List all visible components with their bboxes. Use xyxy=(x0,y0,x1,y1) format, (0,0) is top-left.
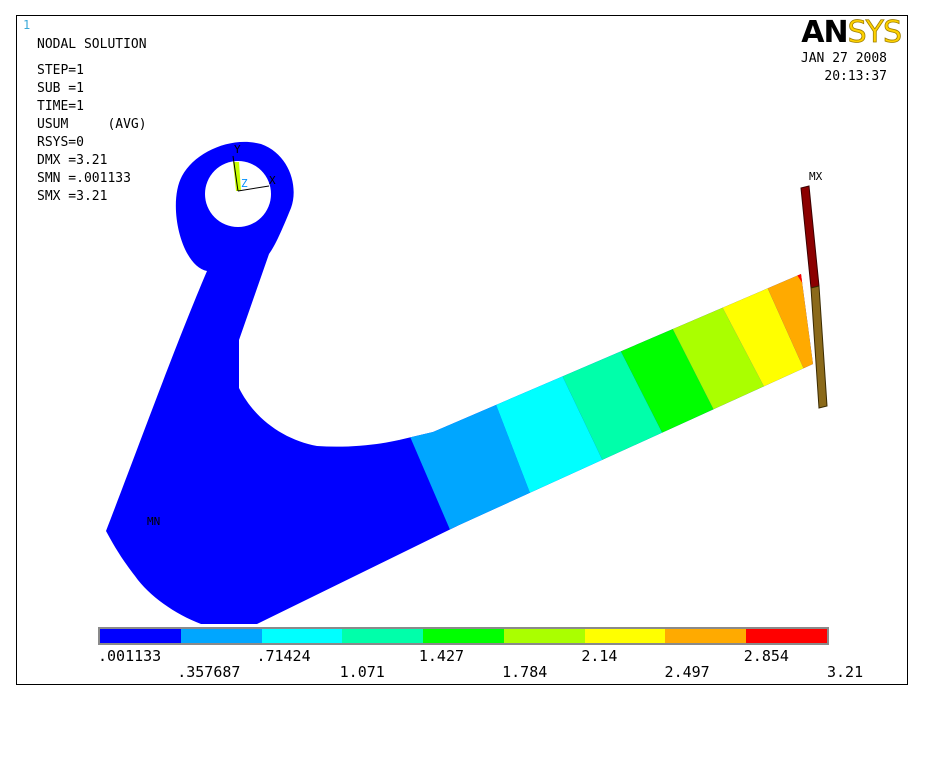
legend-tick-label-bottom: 2.497 xyxy=(664,663,710,681)
max-marker: MX xyxy=(809,170,823,183)
legend-tick-label-top: 2.14 xyxy=(581,647,618,665)
graphics-window: 1 NODAL SOLUTION STEP=1 SUB =1 TIME=1 US… xyxy=(16,15,908,685)
legend-tick-label-bottom: .357687 xyxy=(177,663,241,681)
end-plate-lower xyxy=(810,285,828,409)
legend-tick-label-bottom: 1.784 xyxy=(502,663,548,681)
legend-color-segment xyxy=(100,629,181,643)
legend-tick-label-top: 1.427 xyxy=(418,647,465,665)
triad-x-label: X xyxy=(269,174,276,187)
legend-tick-label-bottom: 1.071 xyxy=(339,663,385,681)
min-marker: MN xyxy=(147,515,160,528)
legend-color-segment xyxy=(342,629,424,643)
legend-color-segment xyxy=(261,629,343,643)
legend-color-segment xyxy=(584,629,666,643)
legend-color-segment xyxy=(180,629,262,643)
legend-color-segment xyxy=(665,629,747,643)
legend-tick-label-top: .71424 xyxy=(256,647,311,665)
legend-color-segment xyxy=(423,629,504,643)
triad-z-label: Z xyxy=(241,177,248,190)
legend-tick-label-top: 2.854 xyxy=(743,647,789,665)
legend-color-segment xyxy=(503,629,585,643)
legend-tick-label-top: .001133 xyxy=(98,647,162,665)
legend-color-segment xyxy=(746,629,828,643)
triad-y-label: Y xyxy=(234,143,241,156)
bracket-body xyxy=(106,141,457,625)
fem-model-plot: Y Z X MN MX xyxy=(106,141,828,625)
legend-tick-label-bottom: 3.21 xyxy=(827,663,864,681)
end-plate-upper xyxy=(800,185,820,289)
contour-legend-bar xyxy=(98,627,829,645)
